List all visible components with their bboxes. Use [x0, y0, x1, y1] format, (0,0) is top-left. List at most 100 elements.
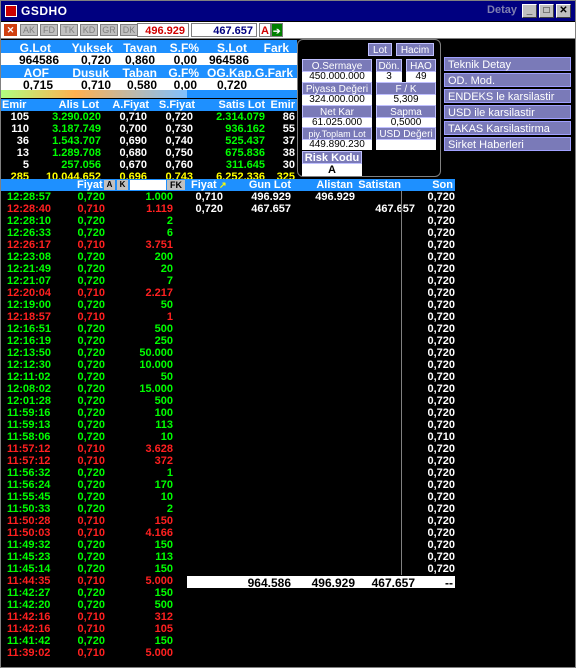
trade-lot: 100	[154, 407, 173, 419]
trade-row[interactable]: 12:28:57 0,720 1.000	[1, 191, 187, 203]
filter-input[interactable]	[130, 180, 166, 190]
trade-row[interactable]: 11:59:16 0,720 100	[1, 407, 187, 419]
depth-row[interactable]: 5 257.056 0,670 0,760 311.645 30	[1, 159, 297, 171]
trade-row[interactable]: 11:50:33 0,720 2	[1, 503, 187, 515]
maximize-button[interactable]: □	[539, 4, 554, 18]
tab-fd[interactable]: FD	[40, 24, 58, 36]
minimize-button[interactable]: _	[522, 4, 537, 18]
sort-arrow-icon[interactable]: ↗	[219, 179, 227, 191]
trade-time: 11:56:32	[7, 467, 51, 479]
close-panel-icon[interactable]: ✕	[4, 24, 17, 36]
depth-cell: 0,760	[165, 159, 193, 171]
hacim-button[interactable]: Hacim	[396, 43, 434, 56]
trade-price: 0,720	[77, 215, 105, 227]
trade-lot: 5.000	[145, 647, 173, 659]
trade-row[interactable]: 11:50:03 0,710 4.166	[1, 527, 187, 539]
trade-row[interactable]: 12:13:50 0,720 50.000	[1, 347, 187, 359]
trade-row[interactable]: 11:42:20 0,720 500	[1, 599, 187, 611]
trade-row[interactable]: 11:42:16 0,710 312	[1, 611, 187, 623]
close-button[interactable]: ✕	[556, 4, 571, 18]
trade-row[interactable]: 11:45:23 0,720 113	[1, 551, 187, 563]
alislot-header: Alis Lot	[58, 99, 99, 111]
tab-dk[interactable]: DK	[120, 24, 138, 36]
k-sort-button[interactable]: K	[117, 180, 128, 190]
trade-row[interactable]: 11:45:14 0,720 150	[1, 563, 187, 575]
fk-button[interactable]: FK	[167, 180, 185, 190]
trade-lot: 5.000	[145, 575, 173, 587]
bid-total: 496.929	[137, 23, 189, 37]
tab-gr[interactable]: GR	[100, 24, 118, 36]
trade-row[interactable]: 12:26:17 0,710 3.751	[1, 239, 187, 251]
trade-row[interactable]: 11:57:12 0,710 372	[1, 455, 187, 467]
a-button[interactable]: A	[259, 23, 271, 37]
trade-time: 11:57:12	[7, 443, 51, 455]
trade-price: 0,710	[77, 623, 105, 635]
trade-row[interactable]: 12:01:28 0,720 500	[1, 395, 187, 407]
trade-row[interactable]: 11:49:32 0,720 150	[1, 539, 187, 551]
trade-row[interactable]: 12:12:30 0,720 10.000	[1, 359, 187, 371]
lot-button[interactable]: Lot	[368, 43, 392, 56]
lotdist-row[interactable]: 0,720 467.657 467.657	[187, 203, 415, 215]
trade-row[interactable]: 11:59:13 0,720 113	[1, 419, 187, 431]
tab-tk[interactable]: TK	[60, 24, 78, 36]
trade-row[interactable]: 12:20:04 0,710 2.217	[1, 287, 187, 299]
trade-time: 11:50:03	[7, 527, 51, 539]
trade-row[interactable]: 11:39:02 0,710 5.000	[1, 647, 187, 659]
son-value: 0,720	[401, 563, 455, 575]
sidebar-item[interactable]: ENDEKS le karsilastir	[444, 89, 571, 103]
trade-row[interactable]: 11:58:06 0,720 10	[1, 431, 187, 443]
emir-sell-header: Emir	[270, 99, 295, 111]
depth-row[interactable]: 105 3.290.020 0,710 0,720 2.314.079 86	[1, 111, 297, 123]
sidebar-item[interactable]: USD ile karsilastir	[444, 105, 571, 119]
o-sermaye-value: 450.000.000	[302, 72, 372, 82]
trade-row[interactable]: 12:16:19 0,720 250	[1, 335, 187, 347]
go-icon[interactable]: ➔	[271, 23, 283, 37]
trade-row[interactable]: 11:42:27 0,720 150	[1, 587, 187, 599]
trade-row[interactable]: 11:42:16 0,710 105	[1, 623, 187, 635]
trade-row[interactable]: 11:50:28 0,710 150	[1, 515, 187, 527]
trade-row[interactable]: 11:44:35 0,710 5.000	[1, 575, 187, 587]
depth-cell: 257.056	[61, 159, 101, 171]
trade-time: 11:42:16	[7, 623, 51, 635]
sidebar-item[interactable]: OD. Mod.	[444, 73, 571, 87]
sidebar-item[interactable]: TAKAS Karsilastirma	[444, 121, 571, 135]
sidebar-item[interactable]: Sirket Haberleri	[444, 137, 571, 151]
son-value: 0,720	[401, 215, 455, 227]
depth-cell: 311.645	[225, 159, 265, 171]
trade-row[interactable]: 12:26:33 0,720 6	[1, 227, 187, 239]
son-value: 0,720	[401, 335, 455, 347]
trade-row[interactable]: 12:28:10 0,720 2	[1, 215, 187, 227]
trade-time: 11:58:06	[7, 431, 51, 443]
trade-price: 0,710	[77, 203, 105, 215]
trade-row[interactable]: 12:28:40 0,710 1.119	[1, 203, 187, 215]
tab-kd[interactable]: KD	[80, 24, 98, 36]
trade-row[interactable]: 12:18:57 0,710 1	[1, 311, 187, 323]
depth-row[interactable]: 36 1.543.707 0,690 0,740 525.437 37	[1, 135, 297, 147]
trade-row[interactable]: 11:41:42 0,720 150	[1, 635, 187, 647]
trade-row[interactable]: 12:21:49 0,720 20	[1, 263, 187, 275]
trade-row[interactable]: 11:57:12 0,710 3.628	[1, 443, 187, 455]
depth-row[interactable]: 13 1.289.708 0,680 0,750 675.836 38	[1, 147, 297, 159]
depth-row[interactable]: 110 3.187.749 0,700 0,730 936.162 55	[1, 123, 297, 135]
a-sort-button[interactable]: A	[104, 180, 115, 190]
sidebar-item[interactable]: Teknik Detay	[444, 57, 571, 71]
trade-row[interactable]: 12:08:02 0,720 15.000	[1, 383, 187, 395]
trade-row[interactable]: 12:16:51 0,720 500	[1, 323, 187, 335]
trade-row[interactable]: 12:11:02 0,720 50	[1, 371, 187, 383]
trade-price: 0,710	[77, 611, 105, 623]
son-value: 0,720	[401, 383, 455, 395]
son-value: 0,720	[401, 371, 455, 383]
trade-lot: 50.000	[139, 347, 173, 359]
trade-row[interactable]: 11:56:24 0,720 170	[1, 479, 187, 491]
title-bar[interactable]: GSDHO Detay _ □ ✕	[1, 1, 575, 21]
son-value: 0,720	[401, 359, 455, 371]
trade-row[interactable]: 12:19:00 0,720 50	[1, 299, 187, 311]
tab-ak[interactable]: AK	[20, 24, 38, 36]
lotdist-row[interactable]: 0,710 496.929 496.929	[187, 191, 401, 203]
son-value: 0,720	[401, 311, 455, 323]
trade-row[interactable]: 11:56:32 0,720 1	[1, 467, 187, 479]
trade-row[interactable]: 12:21:07 0,720 7	[1, 275, 187, 287]
trade-row[interactable]: 11:55:45 0,720 10	[1, 491, 187, 503]
trade-lot: 2	[166, 215, 173, 227]
trade-row[interactable]: 12:23:08 0,720 200	[1, 251, 187, 263]
